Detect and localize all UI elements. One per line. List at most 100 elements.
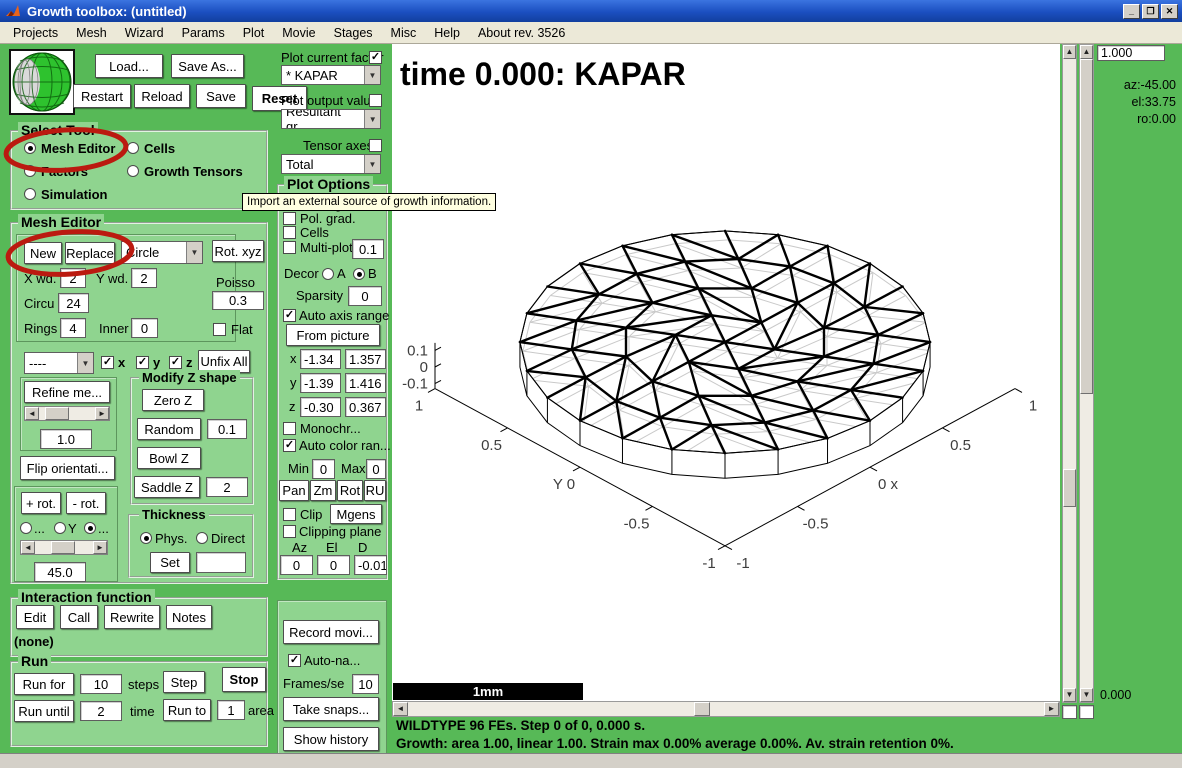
- saddle-z-field[interactable]: 2: [206, 477, 248, 497]
- circum-field[interactable]: 24: [58, 293, 89, 313]
- fix-z-checkbox[interactable]: [169, 356, 182, 369]
- load-button[interactable]: Load...: [95, 54, 163, 78]
- thickness-direct-radio[interactable]: [196, 532, 208, 544]
- thickness-phys-label[interactable]: Phys.: [155, 531, 188, 546]
- plus-rot-button[interactable]: + rot.: [21, 492, 61, 514]
- menu-help[interactable]: Help: [425, 24, 469, 42]
- z-min-field[interactable]: -0.30: [300, 397, 341, 417]
- cells-plot-label[interactable]: Cells: [300, 225, 329, 240]
- fix-x-checkbox[interactable]: [101, 356, 114, 369]
- saddle-z-button[interactable]: Saddle Z: [134, 476, 200, 498]
- x-wd-field[interactable]: 2: [60, 268, 86, 288]
- menu-plot[interactable]: Plot: [234, 24, 274, 42]
- run-area-field[interactable]: 1: [217, 700, 245, 720]
- auto-color-checkbox[interactable]: [283, 439, 296, 452]
- tensor-axes-checkbox[interactable]: [369, 139, 382, 152]
- clip-label[interactable]: Clip: [300, 507, 322, 522]
- clip-checkbox[interactable]: [283, 508, 296, 521]
- bowl-z-button[interactable]: Bowl Z: [137, 447, 201, 469]
- factor-dropdown[interactable]: * KAPAR▼: [281, 65, 381, 85]
- slider-left-arrow-icon[interactable]: ◄: [25, 407, 39, 420]
- rotate-button[interactable]: Rot: [337, 480, 363, 501]
- y-wd-field[interactable]: 2: [131, 268, 157, 288]
- time-scrollbar-thumb[interactable]: [1080, 59, 1093, 394]
- edit-interaction-button[interactable]: Edit: [16, 605, 54, 629]
- menu-mesh[interactable]: Mesh: [67, 24, 116, 42]
- scroll-right-icon[interactable]: ►: [1044, 702, 1059, 716]
- output-dropdown[interactable]: Resultant gr...▼: [281, 109, 381, 129]
- minimize-button[interactable]: _: [1123, 4, 1140, 19]
- random-z-field[interactable]: 0.1: [207, 419, 247, 439]
- scroll-left-icon[interactable]: ◄: [393, 702, 408, 716]
- plot-canvas[interactable]: 10.5Y 0-0.5-1-1-0.50 x0.510.10-0.1 time …: [392, 44, 1060, 701]
- x-max-field[interactable]: 1.357: [345, 349, 386, 369]
- notes-interaction-button[interactable]: Notes: [166, 605, 212, 629]
- new-mesh-button[interactable]: New: [24, 242, 62, 264]
- rot-axis-radio-1[interactable]: [20, 522, 32, 534]
- reload-button[interactable]: Reload: [134, 84, 190, 108]
- refine-slider-thumb[interactable]: [45, 407, 69, 420]
- stop-button[interactable]: Stop: [222, 667, 266, 692]
- decor-b-label[interactable]: B: [368, 266, 377, 281]
- dropdown-arrow-icon[interactable]: ▼: [186, 242, 202, 263]
- auto-color-label[interactable]: Auto color ran...: [299, 438, 391, 453]
- rot-axis-radio-2[interactable]: [84, 522, 96, 534]
- factors-radio-label[interactable]: Factors: [41, 164, 88, 179]
- refine-mesh-button[interactable]: Refine me...: [24, 381, 110, 403]
- minus-rot-button[interactable]: - rot.: [66, 492, 106, 514]
- thickness-direct-label[interactable]: Direct: [211, 531, 245, 546]
- fix-dropdown[interactable]: ----▼: [24, 352, 94, 374]
- menu-wizard[interactable]: Wizard: [116, 24, 173, 42]
- refine-value-field[interactable]: 1.0: [40, 429, 92, 449]
- clipping-plane-label[interactable]: Clipping plane: [299, 524, 381, 539]
- clip-el-field[interactable]: 0: [317, 555, 350, 575]
- sparsity-field[interactable]: 0: [348, 286, 382, 306]
- clip-d-field[interactable]: -0.01: [354, 555, 387, 575]
- set-thickness-button[interactable]: Set: [150, 552, 190, 573]
- flat-label[interactable]: Flat: [231, 322, 253, 337]
- multi-plot-label[interactable]: Multi-plot: [300, 240, 353, 255]
- time-scrollbar[interactable]: ▲ ▼: [1079, 44, 1094, 703]
- rotate-angle-field[interactable]: 45.0: [34, 562, 86, 582]
- zoom-scrollbar-thumb[interactable]: [1063, 469, 1076, 507]
- pol-grad-checkbox[interactable]: [283, 212, 296, 225]
- zoom-scrollbar[interactable]: ▲ ▼: [1062, 44, 1077, 703]
- decor-a-radio[interactable]: [322, 268, 334, 280]
- show-history-button[interactable]: Show history: [283, 727, 379, 751]
- step-button[interactable]: Step: [163, 671, 205, 693]
- inner-field[interactable]: 0: [131, 318, 158, 338]
- auto-name-checkbox[interactable]: [288, 654, 301, 667]
- menu-movie[interactable]: Movie: [273, 24, 324, 42]
- random-z-button[interactable]: Random: [137, 418, 201, 440]
- auto-name-label[interactable]: Auto-na...: [304, 653, 360, 668]
- mesh-editor-radio-label[interactable]: Mesh Editor: [41, 141, 115, 156]
- multi-plot-checkbox[interactable]: [283, 241, 296, 254]
- refine-slider[interactable]: ◄ ►: [24, 406, 110, 421]
- dropdown-arrow-icon[interactable]: ▼: [77, 353, 93, 373]
- mesh-editor-radio[interactable]: [24, 142, 36, 154]
- save-as-button[interactable]: Save As...: [171, 54, 244, 78]
- decor-a-label[interactable]: A: [337, 266, 346, 281]
- flat-checkbox[interactable]: [213, 323, 226, 336]
- pol-grad-label[interactable]: Pol. grad.: [300, 211, 356, 226]
- menu-about[interactable]: About rev. 3526: [469, 24, 574, 42]
- scroll-up-icon[interactable]: ▲: [1080, 45, 1093, 59]
- fix-x-label[interactable]: x: [118, 355, 125, 370]
- auto-axis-checkbox[interactable]: [283, 309, 296, 322]
- rings-field[interactable]: 4: [60, 318, 86, 338]
- cells-radio-label[interactable]: Cells: [144, 141, 175, 156]
- from-picture-button[interactable]: From picture: [286, 324, 380, 346]
- cells-radio[interactable]: [127, 142, 139, 154]
- plot-current-factor-checkbox[interactable]: [369, 51, 382, 64]
- dropdown-arrow-icon[interactable]: ▼: [364, 155, 380, 173]
- y-min-field[interactable]: -1.39: [300, 373, 341, 393]
- run-until-button[interactable]: Run until: [14, 700, 74, 722]
- run-time-field[interactable]: 2: [80, 701, 122, 721]
- monochrome-label[interactable]: Monochr...: [300, 421, 361, 436]
- slider-right-arrow-icon[interactable]: ►: [95, 407, 109, 420]
- thickness-phys-radio[interactable]: [140, 532, 152, 544]
- slider-right-arrow-icon[interactable]: ►: [93, 541, 107, 554]
- simulation-radio[interactable]: [24, 188, 36, 200]
- growth-tensors-radio[interactable]: [127, 165, 139, 177]
- call-interaction-button[interactable]: Call: [60, 605, 98, 629]
